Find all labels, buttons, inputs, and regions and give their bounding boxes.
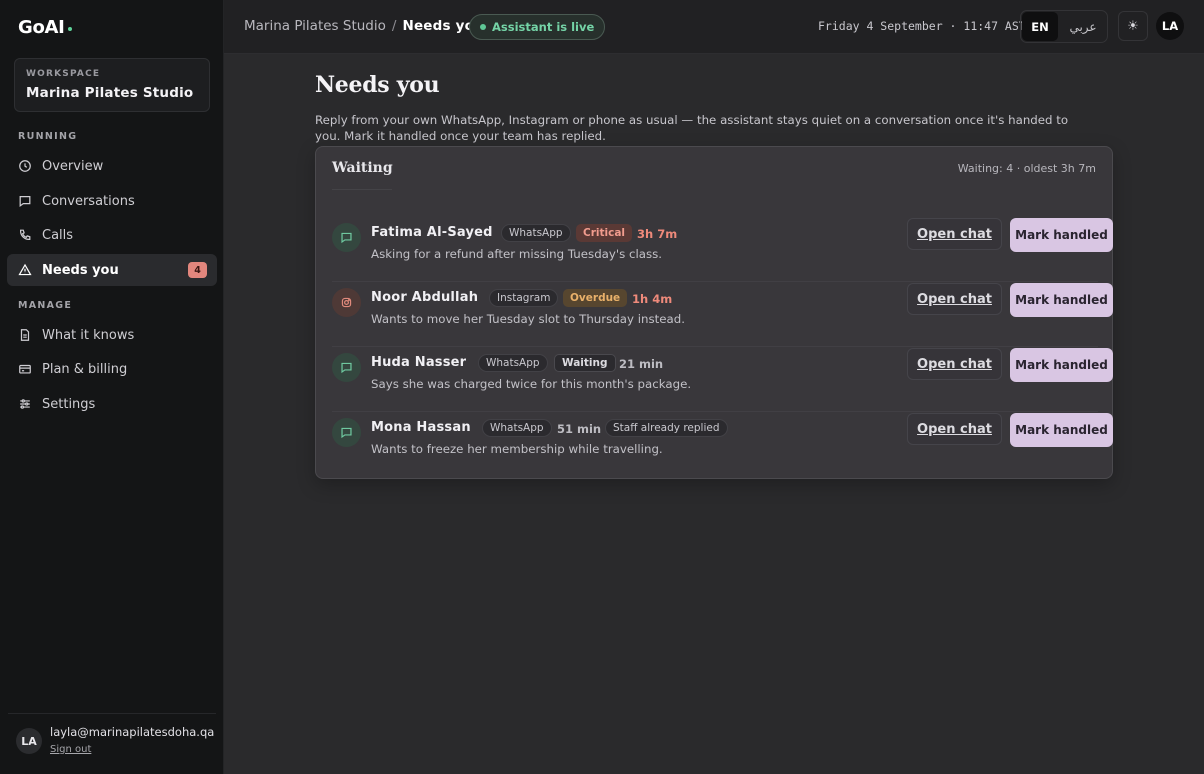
channel-badge: WhatsApp bbox=[478, 354, 548, 372]
channel-badge: Instagram bbox=[489, 289, 559, 307]
mark-handled-button[interactable]: Mark handled bbox=[1010, 348, 1113, 382]
row-divider bbox=[332, 411, 1098, 412]
topbar: Marina Pilates Studio / Needs you Assist… bbox=[224, 0, 1204, 54]
status-badge: Critical bbox=[576, 224, 633, 242]
elapsed-time: 21 min bbox=[619, 357, 664, 371]
breadcrumb-root[interactable]: Marina Pilates Studio bbox=[244, 18, 386, 34]
sidebar-item-label: Calls bbox=[42, 227, 74, 243]
conversation-summary: Wants to freeze her membership while tra… bbox=[371, 442, 663, 456]
row-divider bbox=[332, 281, 1098, 282]
lang-ar-button[interactable]: عربي bbox=[1060, 12, 1106, 41]
needs-you-count-badge: 4 bbox=[188, 262, 207, 278]
workspace-switcher[interactable]: WORKSPACE Marina Pilates Studio bbox=[14, 58, 210, 112]
clock-icon bbox=[18, 159, 32, 173]
open-chat-button[interactable]: Open chat bbox=[907, 413, 1002, 445]
sidebar-item-what-it-knows[interactable]: What it knows bbox=[7, 319, 217, 351]
open-chat-button[interactable]: Open chat bbox=[907, 283, 1002, 315]
contact-name: Mona Hassan bbox=[371, 420, 471, 435]
list-item: Huda Nasser WhatsApp Waiting 21 min Says… bbox=[332, 348, 1113, 412]
row-divider bbox=[332, 346, 1098, 347]
list-item: Mona Hassan WhatsApp 51 min Staff alread… bbox=[332, 413, 1113, 477]
workspace-name: Marina Pilates Studio bbox=[26, 85, 194, 101]
sidebar-item-needs-you[interactable]: Needs you 4 bbox=[7, 254, 217, 286]
sidebar: GoAI WORKSPACE Marina Pilates Studio RUN… bbox=[0, 0, 224, 774]
sun-icon: ☀ bbox=[1127, 18, 1139, 34]
theme-toggle-button[interactable]: ☀ bbox=[1118, 11, 1148, 41]
elapsed-time: 51 min bbox=[557, 422, 602, 436]
assistant-status-badge: Assistant is live bbox=[469, 14, 606, 40]
elapsed-time: 3h 7m bbox=[637, 227, 678, 241]
sidebar-item-label: Plan & billing bbox=[42, 361, 128, 377]
channel-badge: WhatsApp bbox=[501, 224, 571, 242]
elapsed-time: 1h 4m bbox=[632, 292, 673, 306]
list-item: Fatima Al-Sayed WhatsApp Critical 3h 7m … bbox=[332, 218, 1113, 282]
list-item: Noor Abdullah Instagram Overdue 1h 4m Wa… bbox=[332, 283, 1113, 347]
contact-name: Fatima Al-Sayed bbox=[371, 225, 493, 240]
channel-badge: WhatsApp bbox=[482, 419, 552, 437]
sidebar-item-overview[interactable]: Overview bbox=[7, 150, 217, 182]
avatar[interactable]: LA bbox=[16, 728, 42, 754]
workspace-label: WORKSPACE bbox=[26, 69, 101, 79]
app-logo[interactable]: GoAI bbox=[18, 17, 72, 38]
mark-handled-button[interactable]: Mark handled bbox=[1010, 413, 1113, 447]
panel-title: Waiting bbox=[332, 160, 393, 176]
sliders-icon bbox=[18, 397, 32, 411]
mark-handled-button[interactable]: Mark handled bbox=[1010, 218, 1113, 252]
conversation-summary: Says she was charged twice for this mont… bbox=[371, 377, 692, 391]
conversation-summary: Asking for a refund after missing Tuesda… bbox=[371, 247, 663, 261]
logo-dot bbox=[67, 26, 72, 31]
breadcrumb: Marina Pilates Studio / Needs you bbox=[244, 18, 484, 34]
contact-name: Noor Abdullah bbox=[371, 290, 479, 305]
section-manage-heading: MANAGE bbox=[18, 300, 73, 311]
sidebar-item-label: Needs you bbox=[42, 262, 119, 278]
sidebar-item-conversations[interactable]: Conversations bbox=[7, 185, 217, 217]
waiting-panel: Waiting Waiting: 4 · oldest 3h 7m Fatima… bbox=[315, 146, 1113, 479]
mark-handled-button[interactable]: Mark handled bbox=[1010, 283, 1113, 317]
page-description: Reply from your own WhatsApp, Instagram … bbox=[315, 113, 1069, 143]
page-title: Needs you bbox=[315, 72, 440, 98]
staff-replied-badge: Staff already replied bbox=[605, 419, 728, 437]
logo-text: GoAI bbox=[18, 17, 65, 38]
avatar[interactable]: LA bbox=[1156, 12, 1184, 40]
sidebar-item-plan-billing[interactable]: Plan & billing bbox=[7, 353, 217, 385]
status-badge: Waiting bbox=[554, 354, 616, 372]
panel-divider bbox=[332, 189, 392, 190]
whatsapp-icon bbox=[332, 223, 361, 252]
chat-icon bbox=[18, 194, 32, 208]
assistant-status-label: Assistant is live bbox=[492, 20, 595, 34]
sidebar-item-calls[interactable]: Calls bbox=[7, 219, 217, 251]
whatsapp-icon bbox=[332, 418, 361, 447]
phone-icon bbox=[18, 228, 32, 242]
datetime-display: Friday 4 September · 11:47 AST bbox=[818, 19, 1026, 33]
whatsapp-icon bbox=[332, 353, 361, 382]
conversation-summary: Wants to move her Tuesday slot to Thursd… bbox=[371, 312, 685, 326]
section-running-heading: RUNNING bbox=[18, 131, 78, 142]
sidebar-item-label: Settings bbox=[42, 396, 96, 412]
status-badge: Overdue bbox=[563, 289, 628, 307]
document-icon bbox=[18, 328, 32, 342]
account-email: layla@marinapilatesdoha.qa bbox=[50, 725, 215, 739]
open-chat-button[interactable]: Open chat bbox=[907, 348, 1002, 380]
sidebar-item-label: Overview bbox=[42, 158, 104, 174]
live-dot-icon bbox=[480, 24, 486, 30]
sidebar-item-settings[interactable]: Settings bbox=[7, 388, 217, 420]
breadcrumb-separator: / bbox=[391, 18, 397, 34]
account-footer: LA layla@marinapilatesdoha.qa Sign out bbox=[8, 713, 216, 774]
contact-name: Huda Nasser bbox=[371, 355, 467, 370]
sidebar-item-label: Conversations bbox=[42, 193, 135, 209]
warning-icon bbox=[18, 263, 32, 277]
lang-en-button[interactable]: EN bbox=[1022, 12, 1058, 41]
sidebar-item-label: What it knows bbox=[42, 327, 135, 343]
card-icon bbox=[18, 362, 32, 376]
panel-summary: Waiting: 4 · oldest 3h 7m bbox=[957, 162, 1096, 175]
instagram-icon bbox=[332, 288, 361, 317]
open-chat-button[interactable]: Open chat bbox=[907, 218, 1002, 250]
sign-out-link[interactable]: Sign out bbox=[50, 744, 91, 755]
